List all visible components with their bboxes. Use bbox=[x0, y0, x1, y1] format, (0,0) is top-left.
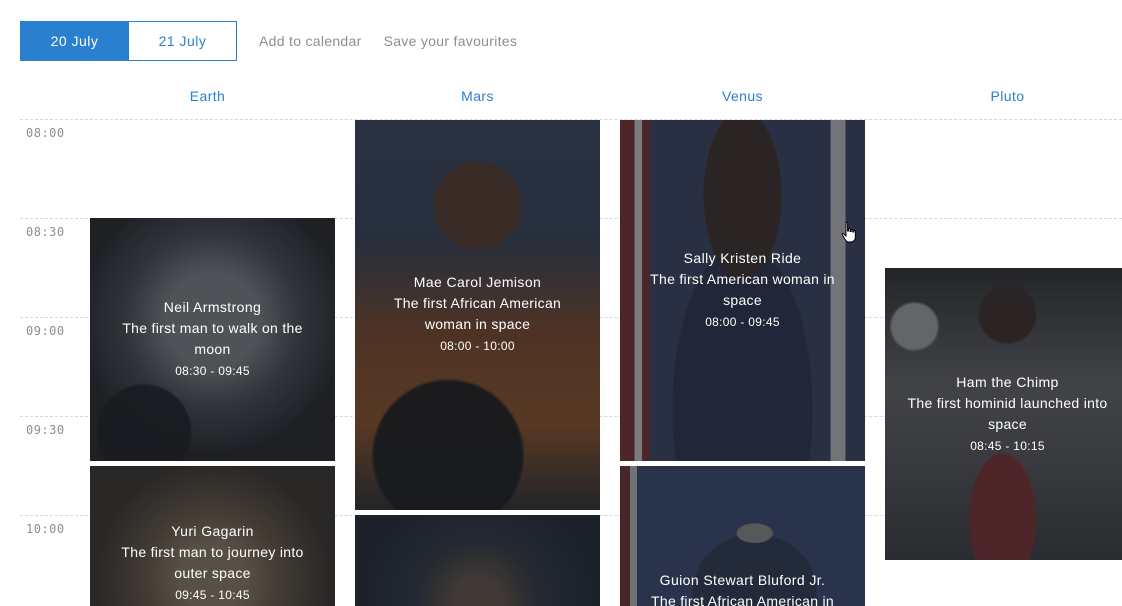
event-name: Sally Kristen Ride bbox=[683, 250, 802, 266]
event-text: Ham the Chimp The first hominid launched… bbox=[885, 371, 1122, 457]
event-text: Guion Stewart Bluford Jr. The first Afri… bbox=[620, 569, 865, 606]
time-label: 10:00 bbox=[26, 522, 65, 536]
event-name: Yuri Gagarin bbox=[171, 523, 254, 539]
add-to-calendar-link[interactable]: Add to calendar bbox=[259, 33, 362, 49]
event-name: Ham the Chimp bbox=[956, 374, 1059, 390]
event-text: Mae Carol Jemison The first African Amer… bbox=[355, 271, 600, 357]
event-name: Guion Stewart Bluford Jr. bbox=[659, 572, 826, 588]
event-time: 08:00 - 10:00 bbox=[440, 339, 515, 353]
event-time: 08:00 - 09:45 bbox=[705, 315, 780, 329]
tab-20-july[interactable]: 20 July bbox=[20, 21, 129, 61]
event-description: The first man to walk on the moon bbox=[122, 320, 303, 357]
event-card-neil-armstrong[interactable]: Neil Armstrong The first man to walk on … bbox=[90, 218, 335, 461]
event-card-mae-carol-jemison[interactable]: Mae Carol Jemison The first African Amer… bbox=[355, 120, 600, 510]
date-toolbar: 20 July 21 July Add to calendar Save you… bbox=[20, 21, 517, 61]
event-name: Mae Carol Jemison bbox=[413, 274, 542, 290]
hand-pointer-cursor-icon bbox=[841, 222, 856, 243]
event-text: Yuri Gagarin The first man to journey in… bbox=[90, 520, 335, 606]
event-time: 09:45 - 10:45 bbox=[175, 588, 250, 602]
time-label: 09:30 bbox=[26, 423, 65, 437]
event-name: Neil Armstrong bbox=[163, 299, 262, 315]
time-label: 08:00 bbox=[26, 126, 65, 140]
event-description: The first American woman in space bbox=[650, 271, 835, 308]
column-header-mars: Mars bbox=[461, 88, 494, 104]
event-card-mars-second[interactable] bbox=[355, 515, 600, 606]
save-favourites-link[interactable]: Save your favourites bbox=[384, 33, 518, 49]
column-header-venus: Venus bbox=[722, 88, 763, 104]
event-text: Neil Armstrong The first man to walk on … bbox=[90, 296, 335, 382]
event-description: The first African American in bbox=[651, 593, 834, 606]
event-card-yuri-gagarin[interactable]: Yuri Gagarin The first man to journey in… bbox=[90, 466, 335, 606]
time-label: 08:30 bbox=[26, 225, 65, 239]
event-card-sally-kristen-ride[interactable]: Sally Kristen Ride The first American wo… bbox=[620, 120, 865, 461]
column-header-pluto: Pluto bbox=[990, 88, 1025, 104]
event-description: The first hominid launched into space bbox=[907, 395, 1108, 432]
event-card-ham-the-chimp[interactable]: Ham the Chimp The first hominid launched… bbox=[885, 268, 1122, 560]
time-label: 09:00 bbox=[26, 324, 65, 338]
column-header-earth: Earth bbox=[189, 88, 226, 104]
photo-shade bbox=[355, 515, 600, 606]
event-card-guion-stewart-bluford[interactable]: Guion Stewart Bluford Jr. The first Afri… bbox=[620, 466, 865, 606]
event-time: 08:30 - 09:45 bbox=[175, 364, 250, 378]
event-description: The first man to journey into outer spac… bbox=[121, 544, 304, 581]
event-text: Sally Kristen Ride The first American wo… bbox=[620, 247, 865, 333]
tab-21-july[interactable]: 21 July bbox=[128, 21, 237, 61]
event-time: 08:45 - 10:15 bbox=[970, 439, 1045, 453]
event-description: The first African American woman in spac… bbox=[393, 295, 562, 332]
